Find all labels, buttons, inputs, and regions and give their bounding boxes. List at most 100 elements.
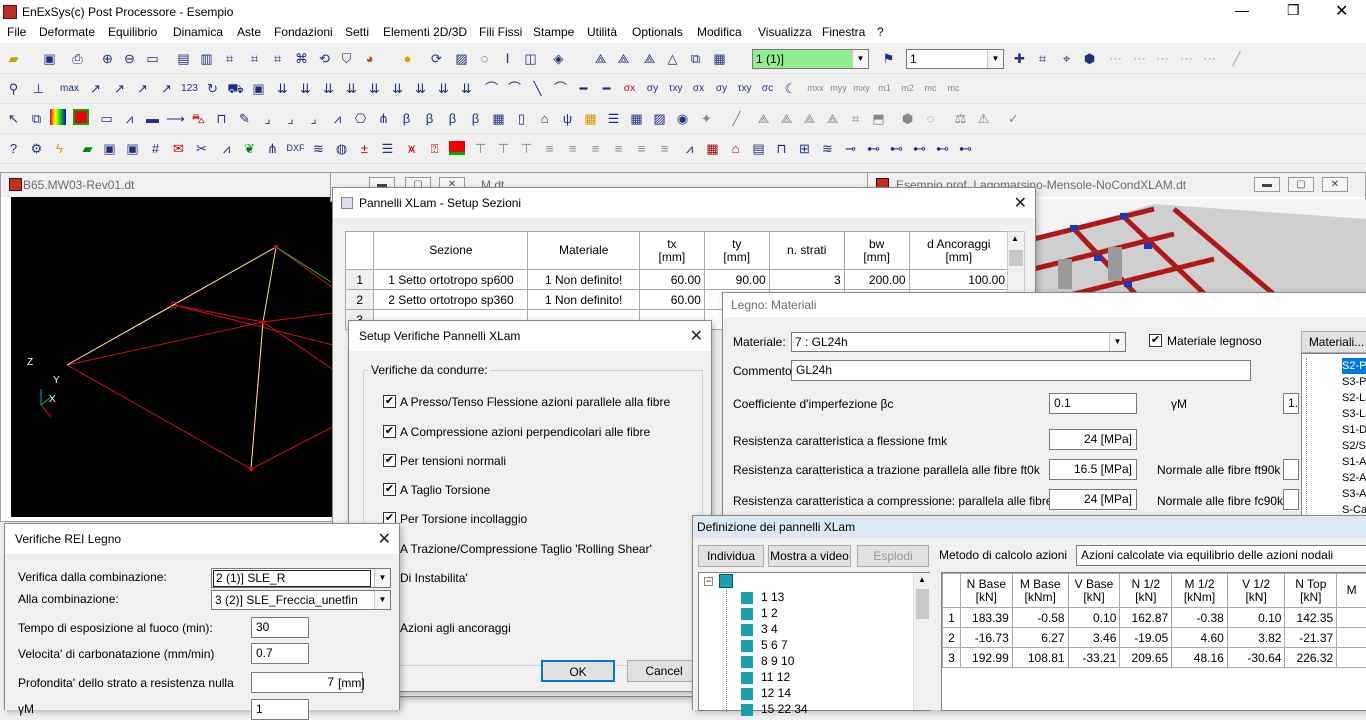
cell[interactable]: 192.99: [960, 648, 1012, 668]
col-header[interactable]: d Ancoraggi [mm]: [909, 232, 1008, 270]
cell[interactable]: -0.58: [1012, 608, 1068, 628]
cell[interactable]: 2 Setto ortotropo sp360: [374, 290, 528, 310]
step-select[interactable]: 1 ▼: [906, 49, 1004, 69]
support-icon[interactable]: ⊥: [29, 79, 48, 98]
plus-minus-icon[interactable]: ±: [355, 139, 374, 158]
doc-icon[interactable]: ▤: [749, 139, 768, 158]
col-header[interactable]: tx [mm]: [639, 232, 704, 270]
arrow2-icon[interactable]: ↗: [110, 79, 129, 98]
car2-icon[interactable]: ⛍: [189, 109, 208, 128]
tool-q-icon[interactable]: ≡: [632, 139, 651, 158]
cell[interactable]: -21.37: [1285, 628, 1337, 648]
arrow-icon[interactable]: ↗: [86, 79, 105, 98]
fmk-input[interactable]: 24 [MPa]: [1049, 429, 1137, 450]
tree2-icon[interactable]: ⋔: [263, 139, 282, 158]
frame4-icon[interactable]: ▣: [123, 139, 142, 158]
corner3-icon[interactable]: ⌟: [304, 109, 323, 128]
cell[interactable]: 3: [769, 270, 844, 290]
node2-icon[interactable]: ⟁: [614, 49, 633, 68]
individua-button[interactable]: Individua: [698, 545, 764, 567]
col-header[interactable]: N 1/2 [kN]: [1120, 574, 1172, 608]
tau-xy-icon[interactable]: τxy: [666, 79, 685, 98]
save-icon[interactable]: ▣: [40, 49, 59, 68]
m1-icon[interactable]: m1: [875, 79, 894, 98]
col-header[interactable]: ty [mm]: [704, 232, 769, 270]
cell[interactable]: 3.46: [1068, 628, 1120, 648]
target-icon[interactable]: ⌖: [1057, 49, 1076, 68]
numbers-icon[interactable]: 123: [180, 79, 199, 98]
check-compressione-perp[interactable]: ✔: [383, 425, 396, 438]
tree-item[interactable]: 3 4: [741, 621, 891, 637]
menu-fondazioni[interactable]: Fondazioni: [274, 25, 333, 39]
truss3-icon[interactable]: ⩘: [217, 139, 236, 158]
bar-icon[interactable]: ▬: [143, 109, 162, 128]
menu-aste[interactable]: Aste: [237, 25, 261, 39]
load9-icon[interactable]: ⇊: [457, 79, 476, 98]
menu-stampe[interactable]: Stampe: [533, 25, 574, 39]
col-header[interactable]: V Base [kN]: [1068, 574, 1120, 608]
tree-scrollbar[interactable]: ▲: [913, 573, 930, 710]
materiale-legnoso-checkbox[interactable]: ✔: [1149, 334, 1162, 347]
wave-icon[interactable]: ≋: [818, 139, 837, 158]
cell[interactable]: 48.16: [1172, 648, 1228, 668]
disabled-tool-icon[interactable]: ⋯: [1106, 49, 1125, 68]
line3-icon[interactable]: ╲: [528, 79, 547, 98]
triangle-icon[interactable]: △: [663, 49, 682, 68]
cell[interactable]: [1337, 648, 1366, 668]
frame2-icon[interactable]: ⊓: [212, 109, 231, 128]
grid3-icon[interactable]: ▦: [581, 109, 600, 128]
list-item[interactable]: S1-D: [1342, 422, 1366, 438]
model-viewport-right[interactable]: [1034, 199, 1366, 303]
roof-icon[interactable]: ⌂: [535, 109, 554, 128]
tool-e-icon[interactable]: ⌗: [846, 109, 865, 128]
restore-icon[interactable]: ❐: [1287, 2, 1300, 19]
col-header[interactable]: Sezione: [374, 232, 528, 270]
color-wheel-icon[interactable]: ◕: [360, 49, 379, 68]
menu-fili-fissi[interactable]: Fili Fissi: [479, 25, 522, 39]
tool-b-icon[interactable]: ⟁: [777, 109, 796, 128]
menu-deformate[interactable]: Deformate: [39, 25, 95, 39]
stack-icon[interactable]: ⧉: [686, 49, 705, 68]
link5-icon[interactable]: ⊷: [956, 139, 975, 158]
settings-icon[interactable]: ⚙: [27, 139, 46, 158]
lasso-icon[interactable]: ◌: [475, 49, 494, 68]
disabled-tool4-icon[interactable]: ⋯: [1177, 49, 1196, 68]
link2-icon[interactable]: ⊷: [887, 139, 906, 158]
pointer-icon[interactable]: ↖: [4, 109, 23, 128]
ft0k-input[interactable]: 16.5 [MPa]: [1049, 459, 1137, 480]
tree-item[interactable]: 12 14: [741, 685, 891, 701]
collapse-icon[interactable]: −: [704, 577, 713, 586]
table-row[interactable]: 1 183.39 -0.58 0.10 162.87 -0.38 0.10 14…: [943, 608, 1366, 628]
beta-d-icon[interactable]: β: [420, 109, 439, 128]
sigma-c-icon[interactable]: σc: [758, 79, 777, 98]
lightning-icon[interactable]: ϟ: [50, 139, 69, 158]
arrow4-icon[interactable]: ↗: [157, 79, 176, 98]
dalla-combinazione-select[interactable]: 2 (1)] SLE_R ▼: [211, 568, 391, 588]
sigma-y2-icon[interactable]: σy: [712, 79, 731, 98]
cell[interactable]: 60.00: [639, 290, 704, 310]
pencil-icon[interactable]: ╱: [1227, 49, 1246, 68]
beta-icon[interactable]: β: [397, 109, 416, 128]
cell[interactable]: 0.10: [1068, 608, 1120, 628]
grid-icon[interactable]: ▦: [710, 49, 729, 68]
tool-o-icon[interactable]: ≡: [586, 139, 605, 158]
truss-icon[interactable]: ⩘: [120, 109, 139, 128]
frame-icon[interactable]: ◫: [521, 49, 540, 68]
zoom-out-icon[interactable]: ⊖: [120, 49, 139, 68]
menu-visualizza[interactable]: Visualizza: [758, 25, 812, 39]
sigma-x-icon[interactable]: σx: [620, 79, 639, 98]
disabled-tool2-icon[interactable]: ⋯: [1130, 49, 1149, 68]
hash-icon[interactable]: #: [146, 139, 165, 158]
menu-utilita[interactable]: Utilità: [587, 25, 617, 39]
cell[interactable]: 100.00: [909, 270, 1008, 290]
list-item[interactable]: S2-P: [1342, 358, 1366, 374]
node3-icon[interactable]: ⟁: [640, 49, 659, 68]
palette-icon[interactable]: [50, 109, 66, 125]
scroll-up-icon[interactable]: ▲: [918, 575, 926, 584]
cell[interactable]: 90.00: [704, 270, 769, 290]
col-header[interactable]: V 1/2 [kN]: [1227, 574, 1285, 608]
view-xy-icon[interactable]: ⌗: [268, 49, 287, 68]
chart2-icon[interactable]: ⍰: [425, 139, 444, 158]
menu-elementi[interactable]: Elementi 2D/3D: [383, 25, 467, 39]
line5-icon[interactable]: ━: [574, 79, 593, 98]
